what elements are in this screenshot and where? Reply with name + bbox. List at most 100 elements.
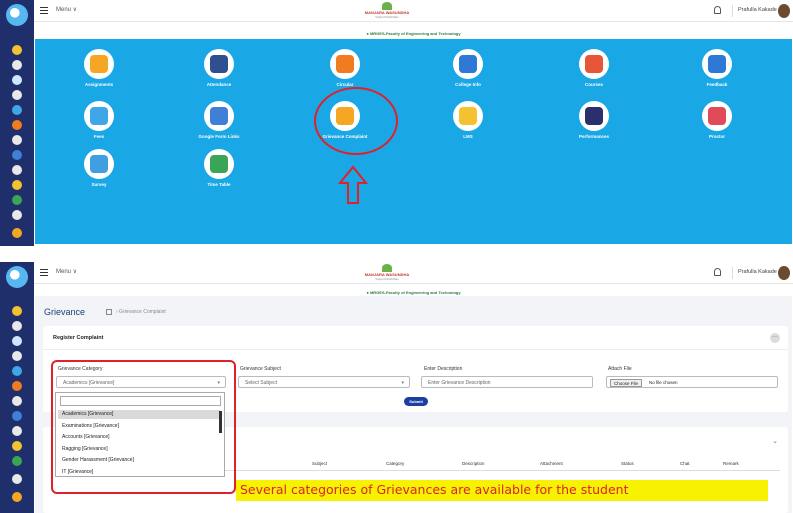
tile-google-form-links[interactable]: Google Form Links [179,101,259,139]
attach-file-label: Attach File [608,366,632,372]
college-info-icon-glyph [459,55,477,73]
highlight-rectangle [51,360,236,494]
sidebar-item-icon[interactable] [12,165,22,175]
tile-lms[interactable]: LMS [428,101,508,139]
topbar: Menu ∨ MANJARA WASUNDHA Vidya Pratishtha… [34,262,793,284]
tile-label: Fees [93,134,105,139]
tile-college-info[interactable]: College Info [428,49,508,87]
sidebar-item-icon[interactable] [12,135,22,145]
sidebar-item-icon[interactable] [12,195,22,205]
tile-label: Feedback [706,82,728,87]
tile-performances[interactable]: Performances [554,101,634,139]
sidebar-item-icon[interactable] [12,396,22,406]
tile-attendance[interactable]: Attendance [179,49,259,87]
google-form-icon-glyph [210,107,228,125]
user-name[interactable]: Prafulla Kakade [738,7,777,13]
tile-feedback[interactable]: Feedback [677,49,757,87]
divider [732,267,733,279]
notification-bell-icon[interactable] [714,6,721,14]
notification-bell-icon[interactable] [714,268,721,276]
subject-select-placeholder: Select Subject [245,380,277,386]
sidebar-item-icon[interactable] [12,366,22,376]
table-header-description: Description [462,461,485,466]
sidebar-item-icon[interactable] [12,75,22,85]
chevron-down-icon[interactable]: ⌄ [772,437,778,445]
sidebar-item-icon[interactable] [12,120,22,130]
assignments-icon-glyph [90,55,108,73]
attendance-icon [204,49,234,79]
sidebar-item-icon[interactable] [12,441,22,451]
brand-logo: MANJARA WASUNDHA Vidya Pratishthan [362,2,412,20]
hamburger-menu-icon[interactable] [40,269,48,276]
sidebar-bottom [0,262,34,513]
fees-icon-glyph [90,107,108,125]
more-options-button[interactable]: ··· [770,333,780,343]
faculty-label: ● MRGES-Faculty of Engineering and Techn… [366,31,461,36]
sidebar-item-icon[interactable] [12,105,22,115]
tile-time-table[interactable]: Time Table [179,149,259,187]
user-name[interactable]: Prafulla Kakade [738,269,777,275]
sidebar-item-icon[interactable] [12,426,22,436]
sidebar-item-icon[interactable] [12,336,22,346]
sidebar-item-icon[interactable] [12,45,22,55]
tile-label: Assignments [84,82,114,87]
sidebar-item-icon[interactable] [12,351,22,361]
submit-button[interactable]: Submit [404,397,428,406]
user-avatar[interactable] [778,266,790,280]
attendance-icon-glyph [210,55,228,73]
sidebar-item-icon[interactable] [12,180,22,190]
sidebar-item-icon[interactable] [12,474,22,484]
sidebar-item-icon[interactable] [12,210,22,220]
page-title: Grievance [44,307,86,317]
sidebar-item-icon[interactable] [12,321,22,331]
sidebar-item-icon[interactable] [12,90,22,100]
sidebar-item-icon[interactable] [12,150,22,160]
circular-icon [330,49,360,79]
brand-leaf-icon [382,2,392,10]
description-placeholder: Enter Grievance Description [428,380,491,386]
choose-file-button[interactable]: Choose File [610,378,643,387]
tile-label: Courses [584,82,603,87]
sidebar-item-icon[interactable] [12,381,22,391]
tile-fees[interactable]: Fees [59,101,139,139]
table-header-chat: Chat [680,461,690,466]
hamburger-menu-icon[interactable] [40,7,48,14]
user-avatar[interactable] [778,4,790,18]
assignments-icon [84,49,114,79]
courses-icon [579,49,609,79]
sidebar-item-icon[interactable] [12,456,22,466]
subject-label: Grievance Subject [240,366,281,372]
tile-assignments[interactable]: Assignments [59,49,139,87]
chevron-down-icon: ▾ [401,380,404,386]
courses-icon-glyph [585,55,603,73]
feedback-icon [702,49,732,79]
home-icon[interactable] [106,309,112,315]
sidebar-item-icon[interactable] [12,306,22,316]
menu-dropdown[interactable]: Menu ∨ [56,6,77,13]
file-input[interactable]: Choose File No file chosen [606,376,778,388]
tile-label: Time Table [207,182,231,187]
subject-select[interactable]: Select Subject ▾ [238,376,410,388]
description-input[interactable]: Enter Grievance Description [421,376,593,388]
tile-circular[interactable]: Circular [305,49,385,87]
survey-icon [84,149,114,179]
sidebar-item-icon[interactable] [12,60,22,70]
sidebar-item-icon[interactable] [12,228,22,238]
tile-survey[interactable]: Survey [59,149,139,187]
tile-proctor[interactable]: Proctor [677,101,757,139]
breadcrumb[interactable]: › Grievance Complaint [116,309,166,315]
brand-leaf-icon [382,264,392,272]
brand-subtitle: Vidya Pratishthan [375,15,399,19]
menu-dropdown[interactable]: Menu ∨ [56,268,77,275]
tile-label: Circular [336,82,354,87]
no-file-text: No file chosen [649,380,678,385]
up-arrow-icon [337,165,369,205]
app-logo-icon [6,4,28,26]
sidebar-item-icon[interactable] [12,411,22,421]
tile-label: College Info [455,82,481,87]
sidebar-item-icon[interactable] [12,492,22,502]
app-logo-icon [6,266,28,288]
tile-courses[interactable]: Courses [554,49,634,87]
table-header-attachment: Attachment [540,461,563,466]
circular-icon-glyph [336,55,354,73]
